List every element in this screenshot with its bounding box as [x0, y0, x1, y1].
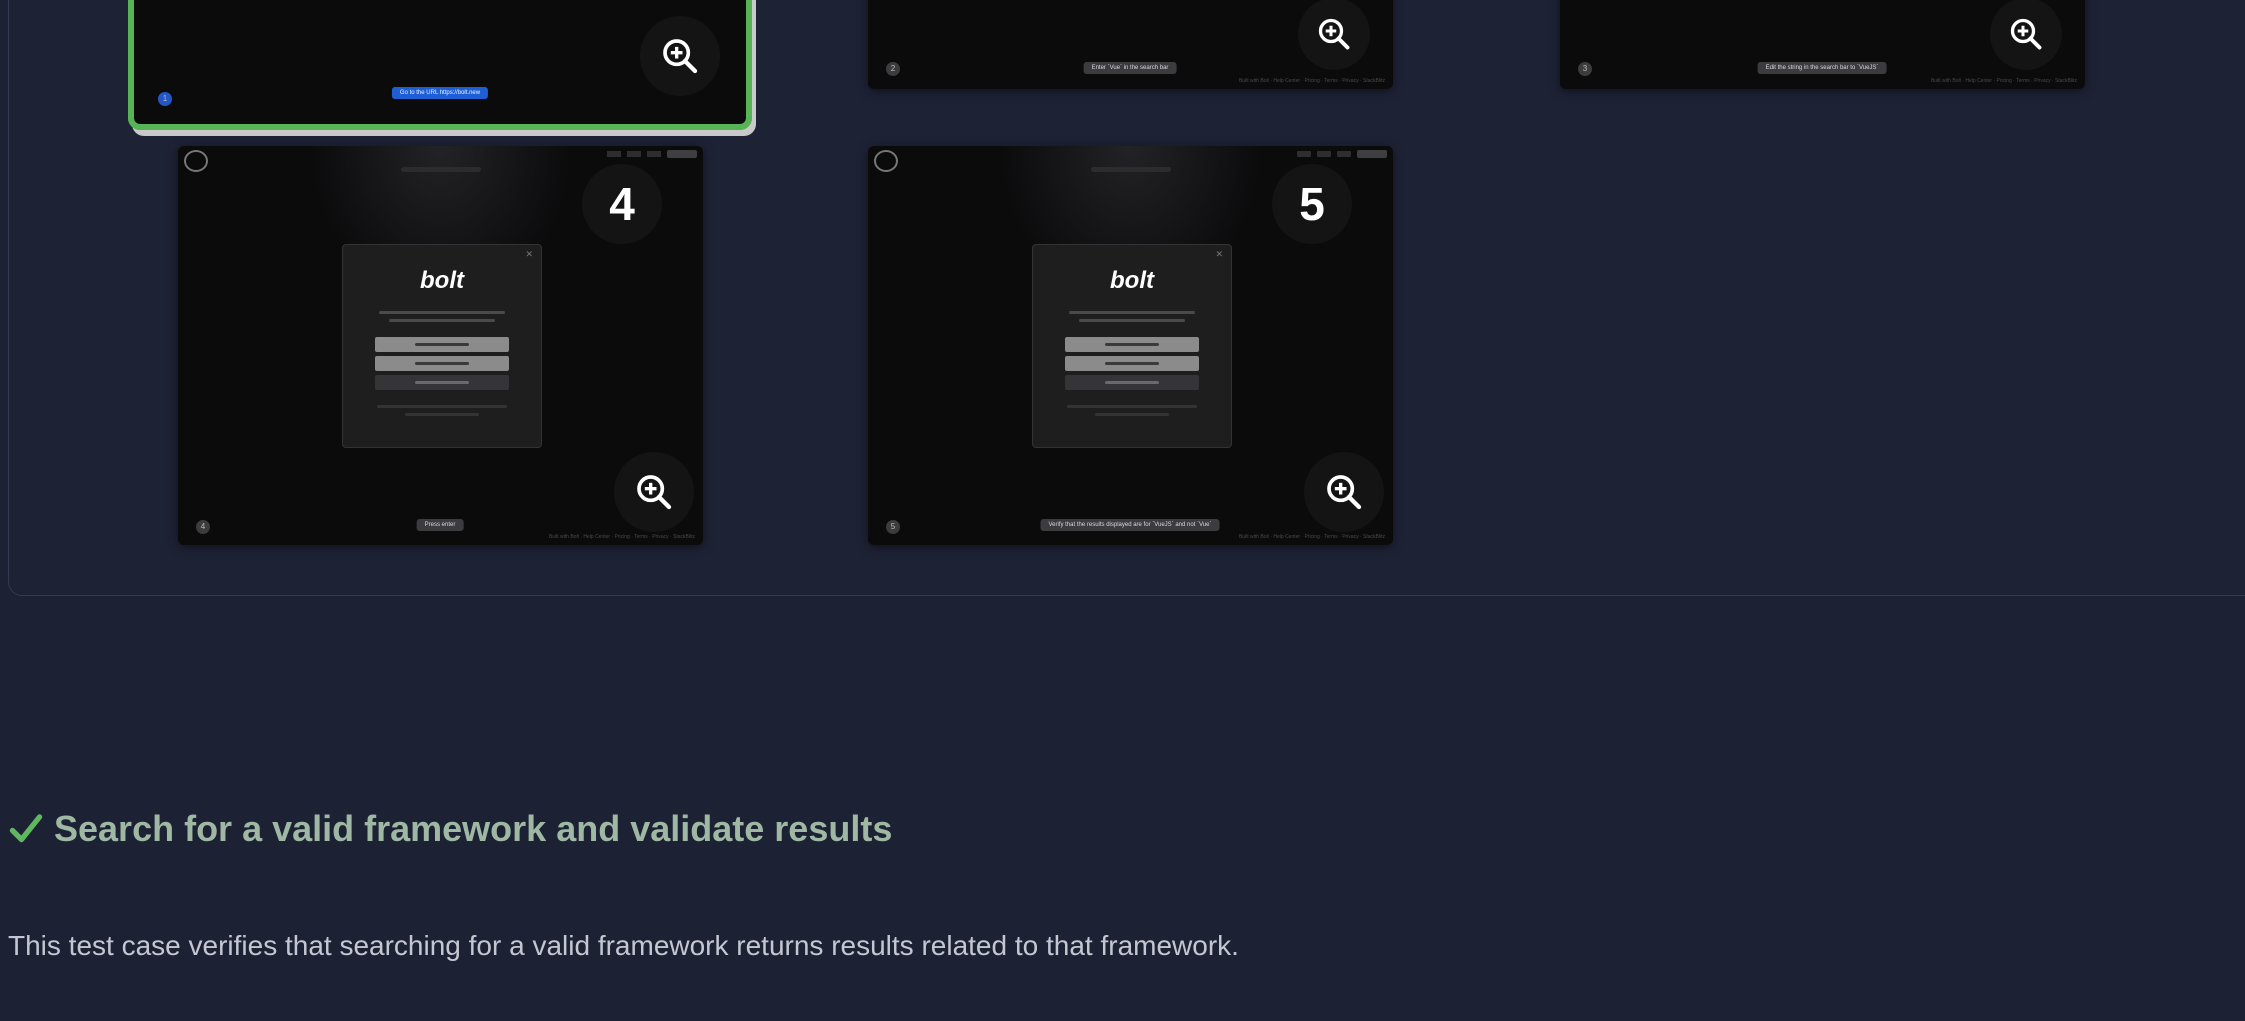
step-dot: 1 [158, 92, 172, 106]
close-icon: ✕ [1215, 249, 1223, 259]
step-caption: Go to the URL https://bolt.new [391, 87, 489, 99]
step-dot: 5 [886, 520, 900, 534]
test-case-heading: Search for a valid framework and validat… [8, 808, 892, 850]
step-caption: Enter `Vue` in the search bar [1083, 62, 1177, 74]
screenshot-thumbnail-1[interactable]: 1 Go to the URL https://bolt.new [128, 0, 752, 130]
screenshot-thumbnail-2[interactable]: 2 Enter `Vue` in the search bar Built wi… [868, 0, 1393, 89]
zoom-in-icon [663, 39, 698, 74]
step-caption: Verify that the results displayed are fo… [1040, 519, 1220, 531]
footer-links: Built with Bolt · Help Center · Pricing … [1930, 78, 2077, 84]
mini-navbar [1297, 150, 1387, 158]
sign-in-github-button [1065, 356, 1199, 371]
step-dot: 3 [1578, 62, 1592, 76]
step-caption: Edit the string in the search bar to `Vu… [1757, 62, 1887, 74]
sign-in-modal: ✕ bolt [1032, 244, 1232, 448]
sign-in-google-button [1065, 337, 1199, 352]
bolt-brand: bolt [420, 267, 464, 294]
test-case-description: This test case verifies that searching f… [8, 930, 1239, 961]
zoom-in-icon [637, 475, 672, 510]
zoom-button[interactable] [1990, 0, 2062, 70]
step-caption: Press enter [416, 519, 464, 531]
sign-in-google-button [375, 337, 509, 352]
zoom-in-icon [2010, 18, 2042, 50]
close-icon: ✕ [525, 249, 533, 259]
sign-in-github-button [375, 356, 509, 371]
announcement-banner [1090, 167, 1171, 172]
bolt-logo-icon [874, 150, 898, 172]
zoom-button[interactable] [640, 16, 720, 96]
step-number-badge: 5 [1272, 164, 1352, 244]
test-case-title: Search for a valid framework and validat… [54, 808, 893, 849]
zoom-in-icon [1318, 18, 1350, 50]
footer-links: Built with Bolt · Help Center · Pricing … [548, 534, 695, 540]
zoom-button[interactable] [1304, 452, 1384, 532]
screenshot-thumbnail-5[interactable]: 5 ✕ bolt 5 Verify that the results displ… [868, 146, 1393, 545]
bolt-brand: bolt [1110, 267, 1154, 294]
sign-in-email-button [375, 375, 509, 390]
zoom-button[interactable] [614, 452, 694, 532]
footer-links: Built with Bolt · Help Center · Pricing … [1238, 78, 1385, 84]
bolt-logo-icon [184, 150, 208, 172]
screenshot-thumbnail-4[interactable]: 4 ✕ bolt 4 Press enter Built with Bolt ·… [178, 146, 703, 545]
sign-in-email-button [1065, 375, 1199, 390]
footer-links: Built with Bolt · Help Center · Pricing … [1238, 534, 1385, 540]
step-number-badge: 4 [582, 164, 662, 244]
mini-navbar [607, 150, 697, 158]
zoom-button[interactable] [1298, 0, 1370, 70]
screenshot-thumbnail-3[interactable]: 3 Edit the string in the search bar to `… [1560, 0, 2085, 89]
zoom-in-icon [1327, 475, 1362, 510]
announcement-banner [400, 167, 481, 172]
step-dot: 4 [196, 520, 210, 534]
sign-in-modal: ✕ bolt [342, 244, 542, 448]
step-dot: 2 [886, 62, 900, 76]
checkmark-icon [9, 814, 43, 843]
